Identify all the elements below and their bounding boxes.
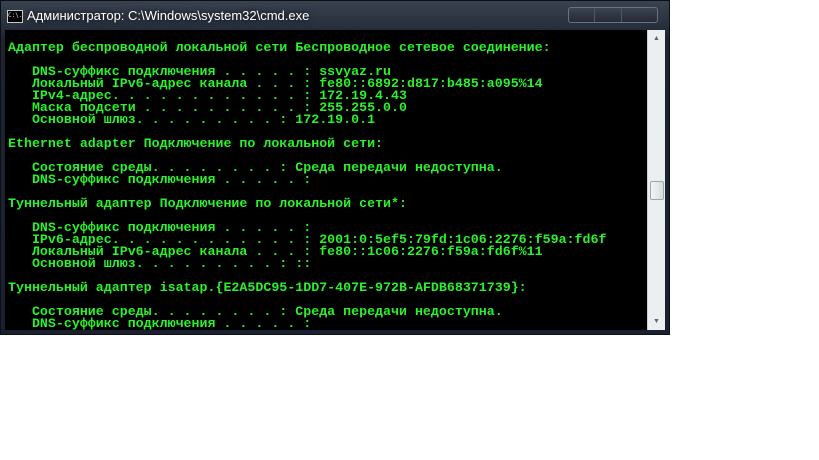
console-line: Основной шлюз. . . . . . . . . : 172.19.… <box>8 112 376 127</box>
console-text: Адаптер беспроводной локальной сети Бесп… <box>5 30 647 330</box>
console-line: Туннельный адаптер Подключение по локаль… <box>8 196 407 211</box>
scroll-thumb[interactable] <box>650 181 664 200</box>
window-controls <box>568 7 658 23</box>
title-bar[interactable]: C:\. Администратор: C:\Windows\system32\… <box>1 1 669 31</box>
scroll-up-icon[interactable]: ▲ <box>648 30 665 47</box>
maximize-button[interactable] <box>595 8 622 22</box>
scroll-down-icon[interactable]: ▼ <box>648 313 665 330</box>
vertical-scrollbar[interactable]: ▲ ▼ <box>647 30 665 330</box>
console-line: Адаптер беспроводной локальной сети Бесп… <box>8 40 551 55</box>
cmd-app-icon[interactable]: C:\. <box>7 10 23 23</box>
minimize-button[interactable] <box>569 8 596 22</box>
console-line: DNS-суффикс подключения . . . . . : <box>8 172 312 187</box>
console-line: Ethernet adapter Подключение по локально… <box>8 136 384 151</box>
console-output-area[interactable]: Адаптер беспроводной локальной сети Бесп… <box>5 30 647 330</box>
window-title: Администратор: C:\Windows\system32\cmd.e… <box>27 8 310 23</box>
cmd-window: C:\. Администратор: C:\Windows\system32\… <box>0 0 670 335</box>
close-button[interactable] <box>622 8 657 22</box>
console-line: DNS-суффикс подключения . . . . . : <box>8 316 312 330</box>
console-line: Основной шлюз. . . . . . . . . : :: <box>8 256 312 271</box>
console-line: Туннельный адаптер isatap.{E2A5DC95-1DD7… <box>8 280 527 295</box>
